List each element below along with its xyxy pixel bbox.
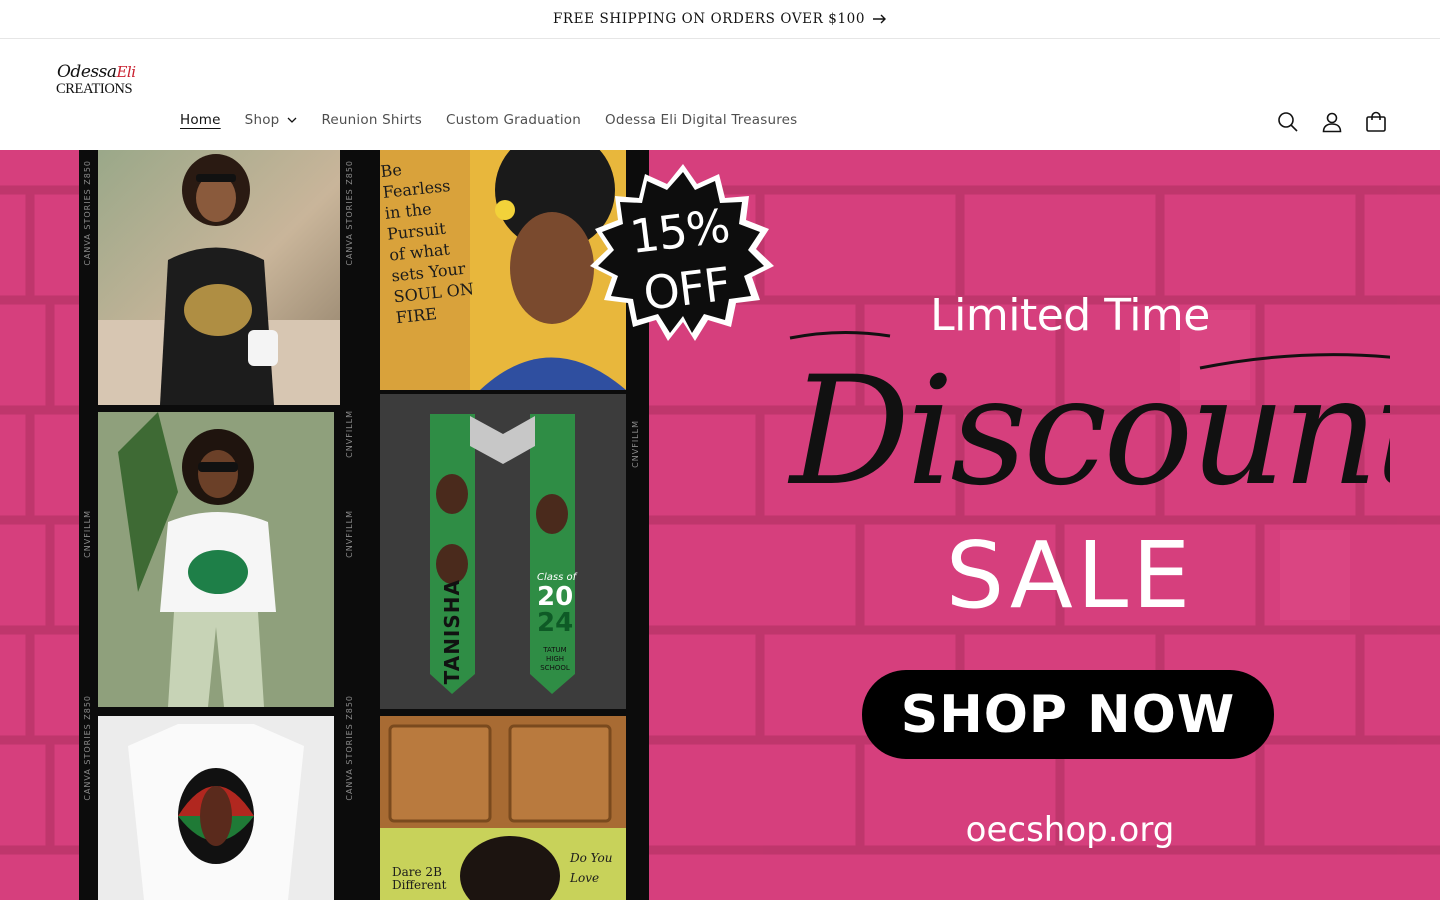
film-edge-label: CANVA STORIES Z850 [83, 160, 92, 266]
nav-home[interactable]: Home [168, 112, 233, 128]
cart-icon [1366, 111, 1386, 132]
woman-white-tee-illustration [118, 412, 276, 707]
poster2-left-text: Dare 2B Different [392, 865, 447, 892]
film-edge-label: CANVA STORIES Z850 [345, 695, 354, 801]
site-url-text: oecshop.org [965, 810, 1175, 850]
cart-button[interactable] [1359, 100, 1393, 144]
stole-year-top: 20 [537, 582, 574, 612]
film-edge-label: CNVFILLM [345, 510, 354, 558]
nav-digital-treasures[interactable]: Odessa Eli Digital Treasures [593, 112, 809, 128]
logo-script: OdessaEli [57, 62, 136, 82]
film-edge-label: CNVFILLM [631, 420, 640, 468]
logo-script-name: Odessa [57, 62, 117, 82]
portrait-tee-illustration [128, 724, 304, 900]
arrow-right-icon [873, 14, 887, 24]
search-button[interactable] [1271, 100, 1305, 144]
product-photo-portrait-tee [98, 716, 334, 900]
nav-shop[interactable]: Shop [233, 112, 310, 128]
woman-tee-illustration [98, 154, 340, 405]
stole-name: TANISHA [440, 579, 464, 685]
hero-banner[interactable]: CANVA STORIES Z850 CNVFILLM CANVA STORIE… [0, 150, 1440, 900]
graduation-stole-art [380, 394, 626, 709]
poster2-right-text: Do You Love [570, 851, 613, 885]
announcement-bar: FREE SHIPPING ON ORDERS OVER $100 [0, 0, 1440, 39]
shop-now-button[interactable]: SHOP NOW [862, 670, 1274, 759]
announcement-text: FREE SHIPPING ON ORDERS OVER $100 [552, 11, 866, 27]
art-poster-dare: Dare 2B Different Do You Love [380, 716, 626, 900]
logo-script-accent: Eli [116, 63, 136, 81]
discount-word: Discount [787, 345, 1390, 519]
discount-badge: 15% OFF [588, 162, 778, 352]
user-icon [1322, 112, 1342, 133]
badge-text: 15% OFF [582, 191, 785, 329]
site-header: OdessaEli CREATIONS Home Shop Reunion Sh… [0, 39, 1440, 150]
announcement-link[interactable]: FREE SHIPPING ON ORDERS OVER $100 [553, 11, 887, 27]
stole-year-bottom: 24 [537, 608, 574, 638]
chevron-down-icon [287, 117, 297, 123]
sale-text: SALE [945, 522, 1195, 629]
nav-shop-label: Shop [244, 112, 280, 128]
product-photo-white-tee [98, 412, 334, 707]
header-icons [1271, 100, 1393, 144]
stole-school: TATUM HIGH SCHOOL [540, 646, 570, 672]
product-photo-graduation-stole: TANISHA Class of 20 24 TATUM HIGH SCHOOL [380, 394, 626, 709]
nav-custom-graduation[interactable]: Custom Graduation [434, 112, 593, 128]
main-nav: Home Shop Reunion Shirts Custom Graduati… [168, 112, 809, 128]
store-logo[interactable]: OdessaEli CREATIONS [55, 62, 137, 99]
film-edge-label: CNVFILLM [83, 510, 92, 558]
logo-wordmark: CREATIONS [56, 81, 133, 97]
poster-quote: Be Fearless in the Pursuit of what sets … [380, 152, 487, 328]
film-edge-label: CANVA STORIES Z850 [345, 160, 354, 266]
hero-copy: Limited Time Discount SALE SHOP NOW oecs… [780, 150, 1390, 900]
photo-collage: CANVA STORIES Z850 CNVFILLM CANVA STORIE… [79, 150, 649, 900]
film-edge-label: CNVFILLM [345, 410, 354, 458]
search-icon [1278, 112, 1298, 132]
account-button[interactable] [1315, 100, 1349, 144]
film-edge-label: CANVA STORIES Z850 [83, 695, 92, 801]
product-photo-black-tee [98, 150, 340, 405]
nav-reunion-shirts[interactable]: Reunion Shirts [309, 112, 434, 128]
